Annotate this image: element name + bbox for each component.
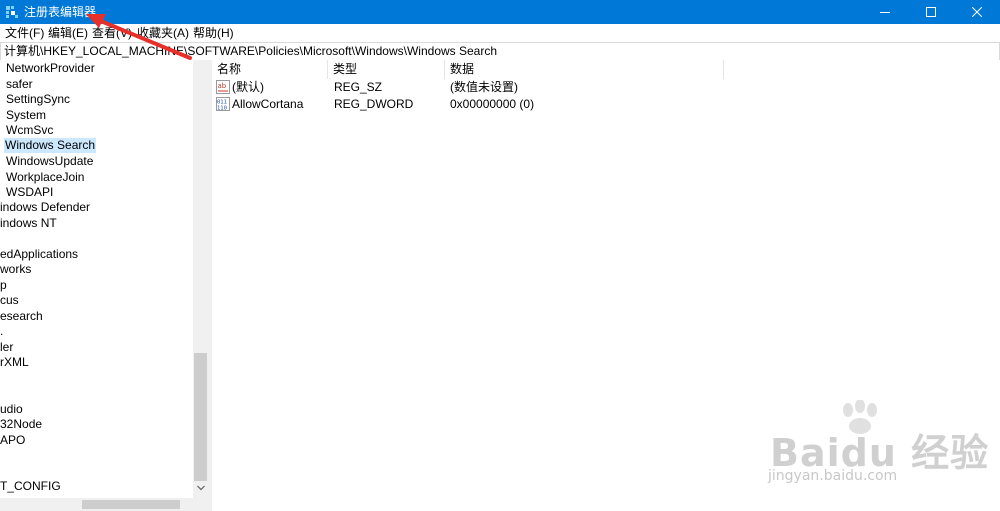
value-data: (数值未设置) [450,80,518,94]
tree-item[interactable]: System [5,108,47,123]
minimize-icon [880,12,890,13]
value-row[interactable]: 011 110 AllowCortana REG_DWORD 0x0000000… [212,96,1000,113]
title-bar: 注册表编辑器 [0,0,1000,24]
address-path: 计算机\HKEY_LOCAL_MACHINE\SOFTWARE\Policies… [4,44,498,58]
tree-item[interactable]: rXML [0,355,30,370]
tree-item[interactable]: WorkplaceJoin [5,170,85,185]
value-row[interactable]: ab (默认) REG_SZ (数值未设置) [212,79,1000,96]
tree-item[interactable]: 32Node [0,417,43,432]
svg-text:110: 110 [217,106,227,112]
tree-item[interactable] [0,448,1,463]
tree-item[interactable]: works [0,262,32,277]
menu-view[interactable]: 查看(V) [92,26,132,40]
tree-item[interactable]: udio [0,402,24,417]
window-title: 注册表编辑器 [24,5,97,19]
scrollbar-corner [193,498,208,511]
tree-item[interactable]: indows NT [0,216,58,231]
value-name: (默认) [232,80,264,94]
tree-item[interactable]: APO [0,433,26,448]
tree-item[interactable]: cus [0,293,20,308]
maximize-button[interactable] [908,0,954,24]
menu-edit[interactable]: 编辑(E) [48,26,88,40]
value-data: 0x00000000 (0) [450,97,535,111]
tree-item[interactable]: edApplications [0,247,79,262]
value-type: REG_DWORD [334,97,414,111]
string-value-icon: ab [216,80,230,94]
tree-item[interactable]: safer [5,77,34,92]
tree-item[interactable]: WSDAPI [5,185,54,200]
watermark-url: jingyan.baidu.com [768,468,898,484]
tree-horizontal-scrollbar[interactable] [0,498,193,511]
tree-item[interactable]: WindowsUpdate [5,154,94,169]
baidu-watermark: Baidu 经验 jingyan.baidu.com [760,400,990,500]
dword-value-icon: 011 110 [216,97,230,111]
regedit-app-icon [6,6,18,18]
tree-item[interactable] [0,371,1,386]
value-type: REG_SZ [334,80,383,94]
menu-help[interactable]: 帮助(H) [193,26,234,40]
tree-item[interactable] [0,231,1,246]
address-bar[interactable]: 计算机\HKEY_LOCAL_MACHINE\SOFTWARE\Policies… [0,42,1000,61]
column-header-data[interactable]: 数据 [445,60,724,79]
tree-item-selected[interactable]: Windows Search [4,138,97,153]
close-icon [972,7,982,17]
scrollbar-thumb[interactable] [82,500,180,509]
tree-item[interactable]: WcmSvc [5,123,54,138]
tree-item[interactable]: SettingSync [5,92,71,107]
minimize-button[interactable] [862,0,908,24]
key-tree[interactable]: NetworkProvider safer SettingSync System… [0,60,208,511]
scroll-down-icon[interactable] [197,485,205,491]
maximize-icon [926,7,936,17]
menu-bar: 文件(F) 编辑(E) 查看(V) 收藏夹(A) 帮助(H) [0,24,1000,42]
menu-file[interactable]: 文件(F) [5,26,44,40]
menu-favorites[interactable]: 收藏夹(A) [137,26,189,40]
tree-item[interactable]: . [0,324,4,339]
scrollbar-thumb[interactable] [194,353,207,481]
column-header-name[interactable]: 名称 [212,60,328,79]
tree-item[interactable]: T_CONFIG [0,479,62,494]
column-header-type[interactable]: 类型 [328,60,445,79]
tree-item[interactable]: esearch [0,309,44,324]
close-button[interactable] [954,0,1000,24]
tree-item[interactable]: ler [0,340,14,355]
tree-vertical-scrollbar[interactable] [193,60,208,498]
tree-item[interactable]: p [0,278,8,293]
tree-item[interactable]: indows Defender [0,200,91,215]
svg-text:ab: ab [218,82,227,90]
value-name: AllowCortana [232,97,304,111]
tree-item[interactable]: NetworkProvider [5,61,96,76]
